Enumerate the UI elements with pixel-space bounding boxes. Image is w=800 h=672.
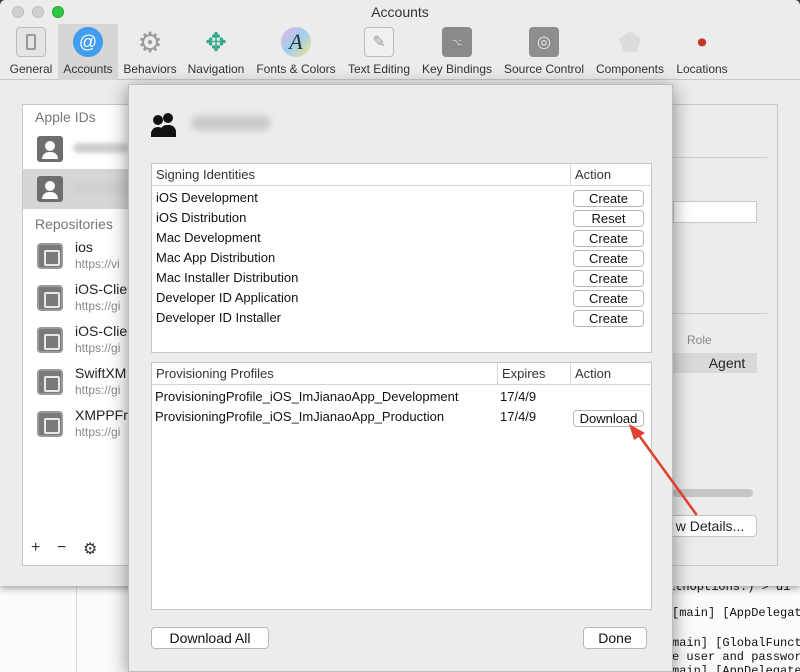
- table-row: Mac App Distribution Create: [152, 248, 651, 268]
- table-row: Developer ID Installer Create: [152, 308, 651, 328]
- joystick-icon: ⏺: [697, 31, 707, 52]
- repository-icon: [37, 327, 63, 353]
- font-color-icon: A: [281, 27, 311, 57]
- repositories-header: Repositories: [35, 216, 113, 232]
- avatar: [37, 176, 63, 202]
- table-row: iOS Development Create: [152, 188, 651, 208]
- table-header: Signing Identities Action: [152, 164, 651, 186]
- toolbar-source-control[interactable]: ◎ Source Control: [500, 24, 588, 80]
- at-sign-icon: @: [73, 27, 103, 57]
- team-name-redacted: [191, 115, 271, 131]
- account-details-panel: Role Agent w Details...: [663, 104, 778, 566]
- apple-id-row[interactable]: [23, 129, 135, 169]
- repository-item[interactable]: iOS-Clie https://gi: [23, 319, 135, 359]
- table-row: iOS Distribution Reset: [152, 208, 651, 228]
- toolbar-general[interactable]: General: [6, 24, 56, 80]
- toolbar-accounts[interactable]: @ Accounts: [58, 24, 118, 80]
- gear-icon: ⚙: [137, 26, 163, 58]
- toolbar-locations[interactable]: ⏺ Locations: [672, 24, 732, 80]
- column-header-expires: Expires: [497, 363, 570, 385]
- reset-button[interactable]: Reset: [573, 210, 644, 227]
- repository-icon: [37, 243, 63, 269]
- code-line: main] [AppDelegate: [672, 664, 800, 672]
- details-field[interactable]: [673, 201, 757, 223]
- table-row: Mac Installer Distribution Create: [152, 268, 651, 288]
- code-line: main] [GlobalFuncti: [672, 636, 800, 650]
- shield-icon: ⬟: [618, 26, 642, 57]
- table-header: Provisioning Profiles Expires Action: [152, 363, 651, 385]
- toolbar-components[interactable]: ⬟ Components: [592, 24, 668, 80]
- download-button[interactable]: Download: [573, 410, 644, 427]
- avatar: [37, 136, 63, 162]
- toolbar-fonts-colors[interactable]: A Fonts & Colors: [252, 24, 340, 80]
- code-line: e user and passwor: [672, 650, 800, 664]
- repository-icon: [37, 411, 63, 437]
- accounts-list: Apple IDs Repositories ios https://vi iO…: [22, 104, 136, 566]
- zoom-button[interactable]: [52, 6, 64, 18]
- window-title: Accounts: [371, 4, 429, 20]
- add-account-button[interactable]: +: [31, 539, 40, 557]
- role-value: Agent: [673, 353, 757, 373]
- table-row: Mac Development Create: [152, 228, 651, 248]
- create-button[interactable]: Create: [573, 290, 644, 307]
- apple-id-row-selected[interactable]: [23, 169, 135, 209]
- create-button[interactable]: Create: [573, 270, 644, 287]
- toolbar-key-bindings[interactable]: ⌥ Key Bindings: [418, 24, 496, 80]
- apple-ids-header: Apple IDs: [35, 109, 96, 125]
- table-row[interactable]: ProvisioningProfile_iOS_ImJianaoApp_Deve…: [152, 387, 651, 407]
- general-icon: [16, 27, 46, 57]
- minimize-button[interactable]: [32, 6, 44, 18]
- navigation-arrows-icon: ✥: [205, 26, 227, 57]
- repository-item[interactable]: iOS-Clie https://gi: [23, 277, 135, 317]
- table-row[interactable]: ProvisioningProfile_iOS_ImJianaoApp_Prod…: [152, 407, 651, 427]
- create-button[interactable]: Create: [573, 190, 644, 207]
- done-button[interactable]: Done: [583, 627, 647, 649]
- text-editing-icon: ✎: [364, 27, 394, 57]
- column-header-action: Action: [570, 164, 651, 186]
- download-all-button[interactable]: Download All: [151, 627, 269, 649]
- team-icon: [151, 113, 183, 137]
- toolbar-text-editing[interactable]: ✎ Text Editing: [344, 24, 414, 80]
- editor-gutter: [76, 580, 77, 672]
- view-details-button[interactable]: w Details...: [663, 515, 757, 537]
- preferences-toolbar: General @ Accounts ⚙ Behaviors ✥ Navigat…: [0, 24, 800, 80]
- repository-item[interactable]: XMPPFra https://gi: [23, 403, 136, 443]
- vault-icon: ◎: [529, 27, 559, 57]
- role-column-header: Role: [687, 333, 712, 347]
- signing-identities-table: Signing Identities Action iOS Developmen…: [151, 163, 652, 353]
- column-header-provisioning-profiles: Provisioning Profiles: [156, 366, 274, 381]
- toolbar-navigation[interactable]: ✥ Navigation: [184, 24, 248, 80]
- create-button[interactable]: Create: [573, 250, 644, 267]
- repository-item[interactable]: SwiftXM https://gi: [23, 361, 135, 401]
- column-header-action: Action: [570, 363, 651, 385]
- repository-icon: [37, 285, 63, 311]
- settings-gear-icon[interactable]: ⚙: [83, 539, 97, 559]
- repository-icon: [37, 369, 63, 395]
- provisioning-profiles-table: Provisioning Profiles Expires Action Pro…: [151, 362, 652, 610]
- column-header-signing-identities: Signing Identities: [156, 167, 256, 182]
- remove-account-button[interactable]: −: [57, 539, 66, 557]
- create-button[interactable]: Create: [573, 230, 644, 247]
- close-button[interactable]: [12, 6, 24, 18]
- repository-item[interactable]: ios https://vi: [23, 235, 135, 275]
- horizontal-scrollbar[interactable]: [673, 489, 753, 497]
- keyboard-icon: ⌥: [442, 27, 472, 57]
- team-signing-sheet: Signing Identities Action iOS Developmen…: [128, 84, 673, 672]
- create-button[interactable]: Create: [573, 310, 644, 327]
- table-row: Developer ID Application Create: [152, 288, 651, 308]
- toolbar-behaviors[interactable]: ⚙ Behaviors: [120, 24, 180, 80]
- code-line: [main] [AppDelegate: [672, 606, 800, 620]
